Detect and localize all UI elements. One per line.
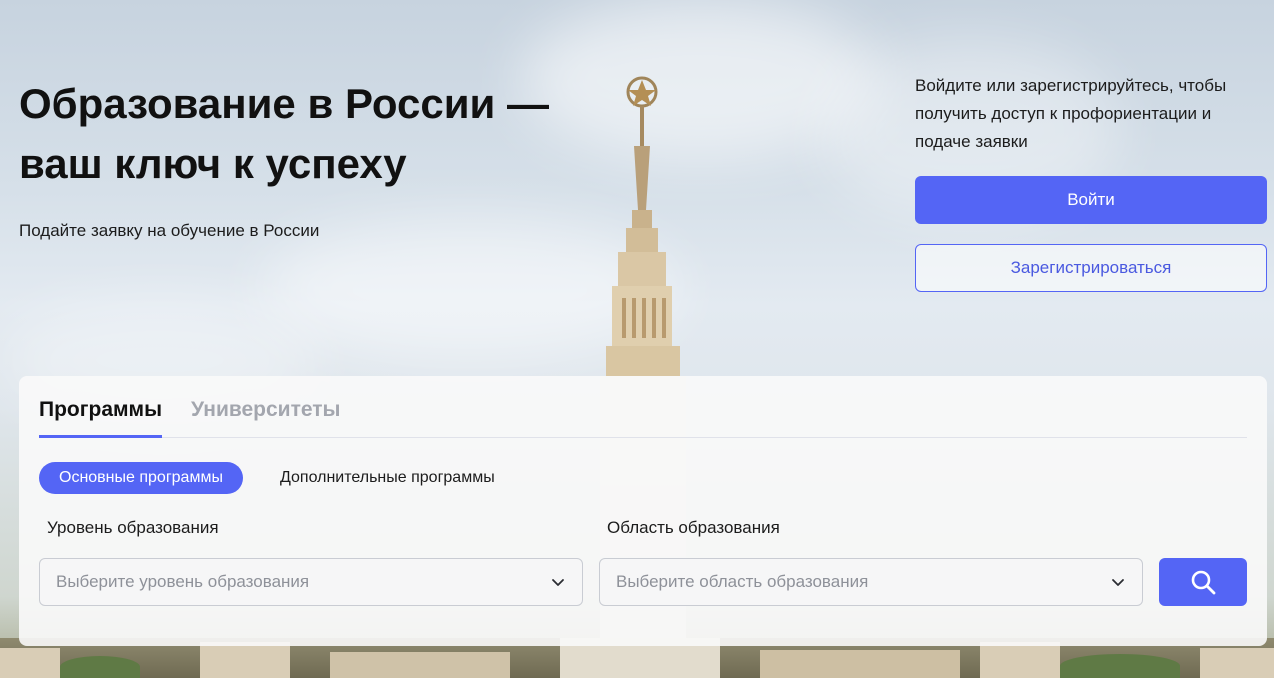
building <box>1200 648 1274 678</box>
education-level-select[interactable]: Выберите уровень образования <box>39 558 583 606</box>
chevron-down-icon <box>1112 579 1124 586</box>
building <box>760 650 960 678</box>
page-title: Образование в России — ваш ключ к успеху <box>19 80 550 187</box>
education-area-label: Область образования <box>607 518 780 537</box>
login-button[interactable]: Войти <box>915 176 1267 224</box>
page-subtitle: Подайте заявку на обучение в России <box>19 221 320 240</box>
building <box>330 652 510 678</box>
building <box>200 642 290 678</box>
main-programs-chip[interactable]: Основные программы <box>39 462 243 494</box>
education-area-placeholder: Выберите область образования <box>616 572 869 591</box>
additional-programs-chip[interactable]: Дополнительные программы <box>280 462 495 494</box>
education-level-label: Уровень образования <box>47 518 219 537</box>
building <box>980 642 1060 678</box>
search-panel: Программы Университеты Основные программ… <box>19 376 1267 646</box>
search-button[interactable] <box>1159 558 1247 606</box>
tree <box>1060 654 1180 678</box>
chevron-down-icon <box>552 579 564 586</box>
building <box>0 648 60 678</box>
tab-universities[interactable]: Университеты <box>191 398 341 436</box>
auth-prompt: Войдите или зарегистрируйтесь, чтобы пол… <box>915 76 1227 151</box>
register-button[interactable]: Зарегистрироваться <box>915 244 1267 292</box>
education-area-select[interactable]: Выберите область образования <box>599 558 1143 606</box>
search-tabs: Программы Университеты <box>39 396 1247 438</box>
hero-section: Образование в России — ваш ключ к успеху… <box>0 0 1274 678</box>
education-level-placeholder: Выберите уровень образования <box>56 572 310 591</box>
tree <box>60 656 140 678</box>
search-icon <box>1191 570 1216 595</box>
tab-programs[interactable]: Программы <box>39 398 163 438</box>
